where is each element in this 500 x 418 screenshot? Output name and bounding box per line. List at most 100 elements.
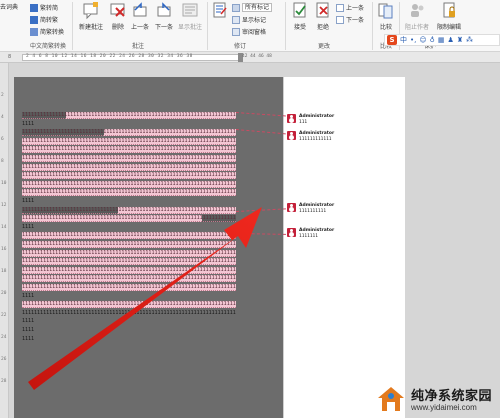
horizontal-ruler[interactable]: 8 2 4 6 8 10 12 14 16 18 20 22 24 26 28 … bbox=[0, 52, 500, 63]
document-line[interactable]: 1111111111111111111111111111111111111111… bbox=[22, 206, 236, 214]
markup-dropdown[interactable]: 所有标记 bbox=[232, 3, 273, 12]
document-line[interactable]: 1111111111111111111111111111111111111111… bbox=[22, 112, 236, 119]
previous-change-button[interactable]: 上一条 bbox=[336, 3, 364, 12]
new-comment-icon bbox=[83, 2, 98, 20]
track-changes-button[interactable] bbox=[210, 2, 230, 22]
compare-button[interactable]: 比较 bbox=[376, 2, 396, 31]
vruler-tick: 28 bbox=[1, 379, 7, 384]
document-line[interactable]: 1111111111111111111111111111111111111111… bbox=[22, 275, 236, 283]
comment-balloon[interactable]: Administrator 111111111111 bbox=[287, 131, 399, 145]
document-line[interactable]: 1111111111111111111111111111111111111111… bbox=[22, 172, 236, 180]
vertical-ruler[interactable]: 2 4 6 8 10 12 14 16 18 20 22 24 26 28 bbox=[0, 63, 9, 418]
vruler-tick: 26 bbox=[1, 357, 7, 362]
previous-icon bbox=[133, 2, 147, 17]
dictionary-label: 去词典 bbox=[0, 4, 19, 11]
sogou-logo-icon: S bbox=[387, 35, 397, 45]
comment-author: Administrator bbox=[299, 228, 335, 233]
next-change-label: 下一条 bbox=[346, 17, 365, 24]
new-comment-label: 新建批注 bbox=[78, 24, 103, 31]
ime-user-icon[interactable]: ♟ bbox=[447, 36, 453, 44]
restrict-editing-button[interactable]: 限制编辑 bbox=[434, 2, 464, 31]
review-pane-icon bbox=[232, 27, 240, 36]
comment-text[interactable]: 111 bbox=[299, 120, 307, 125]
comment-balloon[interactable]: Administrator 1111111 bbox=[287, 228, 399, 242]
block-authors-button[interactable]: 阻止作者 bbox=[402, 2, 432, 31]
reject-button[interactable]: 拒绝 bbox=[312, 2, 334, 31]
document-line[interactable]: 1111111111111111111111111111111111111111… bbox=[22, 146, 236, 154]
ime-punctuation-icon[interactable]: •, bbox=[410, 36, 416, 44]
delete-comment-button[interactable]: 删除 bbox=[108, 2, 128, 31]
simp-trad-convert-label: 简繁转换 bbox=[40, 29, 65, 36]
document-line[interactable]: 1111 bbox=[22, 224, 38, 231]
previous-comment-button[interactable]: 上一条 bbox=[128, 2, 152, 31]
document-line[interactable]: 1111111111111111111111111111111111111111… bbox=[22, 301, 236, 309]
comment-balloon[interactable]: Administrator 111 bbox=[287, 114, 399, 128]
previous-label: 上一条 bbox=[130, 24, 149, 31]
document-line[interactable]: 1111111111111111111111111111111111111111… bbox=[22, 129, 236, 137]
show-comments-icon bbox=[182, 3, 198, 17]
vruler-tick: 16 bbox=[1, 247, 7, 252]
ime-emoji-icon[interactable]: ☺ bbox=[419, 36, 426, 44]
document-line[interactable]: 1111111111111111111111111111111111111111… bbox=[22, 249, 236, 257]
comment-balloon[interactable]: Administrator 1111111111 bbox=[287, 203, 399, 217]
document-line[interactable]: 1111111111111111111111111111111111111111… bbox=[22, 232, 236, 240]
document-line[interactable]: 1111111111111111111111111111111111111111… bbox=[22, 180, 236, 188]
new-comment-button[interactable]: 新建批注 bbox=[76, 2, 106, 31]
trad-to-simp-button[interactable]: 繁转简 bbox=[30, 3, 58, 12]
document-line[interactable]: 1111111111111111111111111111111111111111… bbox=[22, 163, 236, 171]
comment-text[interactable]: 111111111111 bbox=[299, 137, 332, 142]
block-authors-icon bbox=[411, 4, 424, 17]
block-authors-label: 阻止作者 bbox=[404, 24, 429, 31]
show-markup-label: 显示标记 bbox=[242, 17, 267, 24]
simp-to-trad-label: 简转繁 bbox=[40, 17, 59, 24]
document-line[interactable]: 1111111111111111111111111111111111111111… bbox=[22, 284, 236, 291]
ruler-ticks-right: 42 44 46 48 bbox=[242, 54, 272, 59]
document-line[interactable]: 1111 bbox=[22, 293, 38, 300]
next-comment-button[interactable]: 下一条 bbox=[152, 2, 176, 31]
simp-to-trad-button[interactable]: 简转繁 bbox=[30, 15, 58, 24]
next-change-button[interactable]: 下一条 bbox=[336, 15, 364, 24]
next-change-icon bbox=[336, 15, 344, 24]
comment-author: Administrator bbox=[299, 114, 335, 119]
document-line[interactable]: 1111111111111111111111111111111111111111… bbox=[22, 258, 236, 266]
ime-grid-icon[interactable]: ⁂ bbox=[466, 36, 473, 44]
accept-button[interactable]: 接受 bbox=[289, 2, 311, 31]
review-pane-label: 审阅窗格 bbox=[242, 29, 267, 36]
ime-keyboard-icon[interactable]: ▦ bbox=[438, 36, 445, 44]
sogou-input-toolbar[interactable]: S 中 •, ☺ ♁ ▦ ♟ ♜ ⁂ bbox=[384, 34, 500, 46]
vruler-tick: 8 bbox=[1, 159, 4, 164]
vruler-tick: 6 bbox=[1, 137, 4, 142]
comment-text[interactable]: 1111111 bbox=[299, 234, 318, 239]
document-line[interactable]: 1111 bbox=[22, 336, 38, 343]
group-separator bbox=[207, 2, 208, 50]
simp-trad-convert-button[interactable]: 简繁转换 bbox=[30, 27, 64, 36]
dictionary-button[interactable]: 去词典 bbox=[0, 2, 18, 11]
show-comments-button[interactable]: 显示批注 bbox=[176, 2, 204, 31]
vruler-tick: 18 bbox=[1, 269, 7, 274]
document-line[interactable]: 1111 bbox=[22, 198, 38, 205]
vruler-tick: 12 bbox=[1, 203, 7, 208]
comment-text[interactable]: 1111111111 bbox=[299, 209, 326, 214]
convert-icon bbox=[30, 27, 38, 36]
review-pane-button[interactable]: 审阅窗格 bbox=[232, 27, 266, 36]
show-markup-button[interactable]: 显示标记 bbox=[232, 15, 266, 24]
document-line[interactable]: 1111 bbox=[22, 327, 38, 334]
previous-change-icon bbox=[336, 3, 344, 12]
document-line[interactable]: 1111111111111111111111111111111111111111… bbox=[22, 215, 236, 223]
next-label: 下一条 bbox=[154, 24, 173, 31]
delete-label: 删除 bbox=[111, 24, 124, 31]
document-line[interactable]: 1111111111111111111111111111111111111111… bbox=[22, 137, 236, 145]
document-line[interactable]: 1111 bbox=[22, 121, 38, 128]
changes-group-label: 更改 bbox=[318, 43, 331, 50]
document-line[interactable]: 1111111111111111111111111111111111111111… bbox=[22, 155, 236, 162]
document-line[interactable]: 1111111111111111111111111111111111111111… bbox=[22, 310, 236, 317]
ime-shirt-icon[interactable]: ♜ bbox=[457, 36, 463, 44]
ime-language-toggle[interactable]: 中 bbox=[400, 35, 407, 45]
ime-mic-icon[interactable]: ♁ bbox=[430, 36, 435, 44]
comment-margin-pane bbox=[283, 77, 405, 418]
document-line[interactable]: 1111111111111111111111111111111111111111… bbox=[22, 241, 236, 248]
document-line[interactable]: 1111 bbox=[22, 318, 38, 325]
document-line[interactable]: 1111111111111111111111111111111111111111… bbox=[22, 266, 236, 274]
document-line[interactable]: 1111111111111111111111111111111111111111… bbox=[22, 189, 236, 197]
track-changes-icon bbox=[213, 2, 227, 18]
